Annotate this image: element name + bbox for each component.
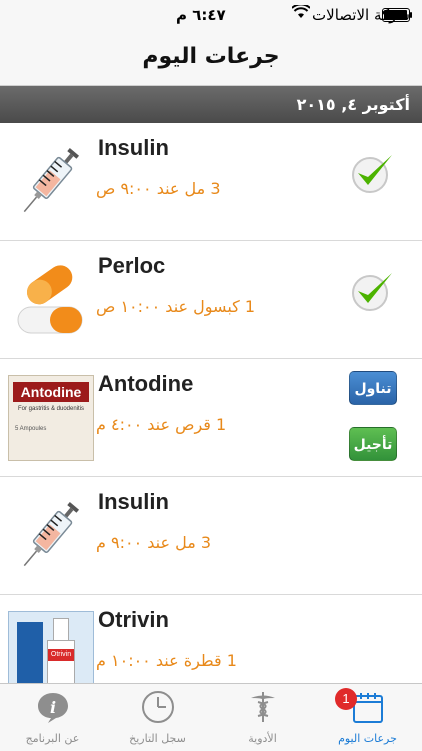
dose-time: 1 كبسول عند ١٠:٠٠ ص <box>96 297 256 316</box>
dose-row[interactable]: Antodine For gastritis & duodenitis 5 Am… <box>0 359 422 477</box>
caduceus-icon <box>246 690 280 724</box>
dose-row[interactable]: Insulin 3 مل عند ٩:٠٠ م <box>0 477 422 595</box>
tab-bar: i عن البرنامج سجل التاريخ الأدوية 1 جرعا… <box>0 683 422 751</box>
antodine-box-subtitle: For gastritis & duodenitis <box>17 406 85 412</box>
battery-icon <box>382 8 412 22</box>
notification-badge: 1 <box>335 688 357 710</box>
tab-about[interactable]: i عن البرنامج <box>0 684 105 751</box>
nav-bar: جرعات اليوم <box>0 30 422 86</box>
medicine-name: Insulin <box>98 135 169 160</box>
info-icon: i <box>36 690 70 724</box>
wifi-icon <box>291 3 311 23</box>
dose-list[interactable]: Insulin 3 مل عند ٩:٠٠ ص Perloc 1 كبسول ع… <box>0 123 422 683</box>
checkmark-icon[interactable] <box>348 267 396 315</box>
medicine-name: Insulin <box>98 489 169 514</box>
dose-time: 1 قرص عند ٤:٠٠ م <box>96 415 227 434</box>
tab-medicines[interactable]: الأدوية <box>210 684 315 751</box>
dose-time: 3 مل عند ٩:٠٠ ص <box>96 179 221 198</box>
otrivin-label: Otrivin <box>48 649 74 661</box>
page-title: جرعات اليوم <box>142 44 280 69</box>
tab-label: سجل التاريخ <box>129 732 186 745</box>
clock-icon <box>141 690 175 724</box>
medicine-name: Antodine <box>98 371 194 396</box>
syringe-icon <box>8 139 92 223</box>
date-section-header: أكتوبر ٤, ٢٠١٥ <box>0 86 422 123</box>
take-button[interactable]: تناول <box>349 371 397 405</box>
dose-row[interactable]: Perloc 1 كبسول عند ١٠:٠٠ ص <box>0 241 422 359</box>
tab-label: الأدوية <box>248 732 277 745</box>
antodine-box-image: Antodine For gastritis & duodenitis 5 Am… <box>8 375 94 461</box>
checkmark-icon[interactable] <box>348 149 396 197</box>
antodine-box-ampoules: 5 Ampoules <box>15 426 47 432</box>
svg-text:i: i <box>50 698 56 717</box>
dose-time: 3 مل عند ٩:٠٠ م <box>96 533 212 552</box>
tab-label: عن البرنامج <box>25 732 80 745</box>
medicine-name: Otrivin <box>98 607 169 632</box>
status-time: ٦:٤٧ م <box>176 6 226 24</box>
postpone-button[interactable]: تأجيل <box>349 427 397 461</box>
medicine-name: Perloc <box>98 253 166 278</box>
otrivin-bottle-image: Otrivin <box>8 611 94 683</box>
tab-history[interactable]: سجل التاريخ <box>105 684 210 751</box>
dose-row[interactable]: Otrivin Otrivin 1 قطرة عند ١٠:٠٠ م <box>0 595 422 683</box>
antodine-box-label: Antodine <box>13 382 89 402</box>
tab-today-doses[interactable]: 1 جرعات اليوم <box>315 684 420 751</box>
syringe-icon <box>8 493 92 577</box>
dose-row[interactable]: Insulin 3 مل عند ٩:٠٠ ص <box>0 123 422 241</box>
section-date: أكتوبر ٤, ٢٠١٥ <box>296 95 410 114</box>
status-bar: ٦:٤٧ م شركة الاتصالات <box>0 0 422 30</box>
dose-time: 1 قطرة عند ١٠:٠٠ م <box>96 651 237 670</box>
tab-label: جرعات اليوم <box>338 732 397 745</box>
capsule-icon <box>8 257 92 341</box>
